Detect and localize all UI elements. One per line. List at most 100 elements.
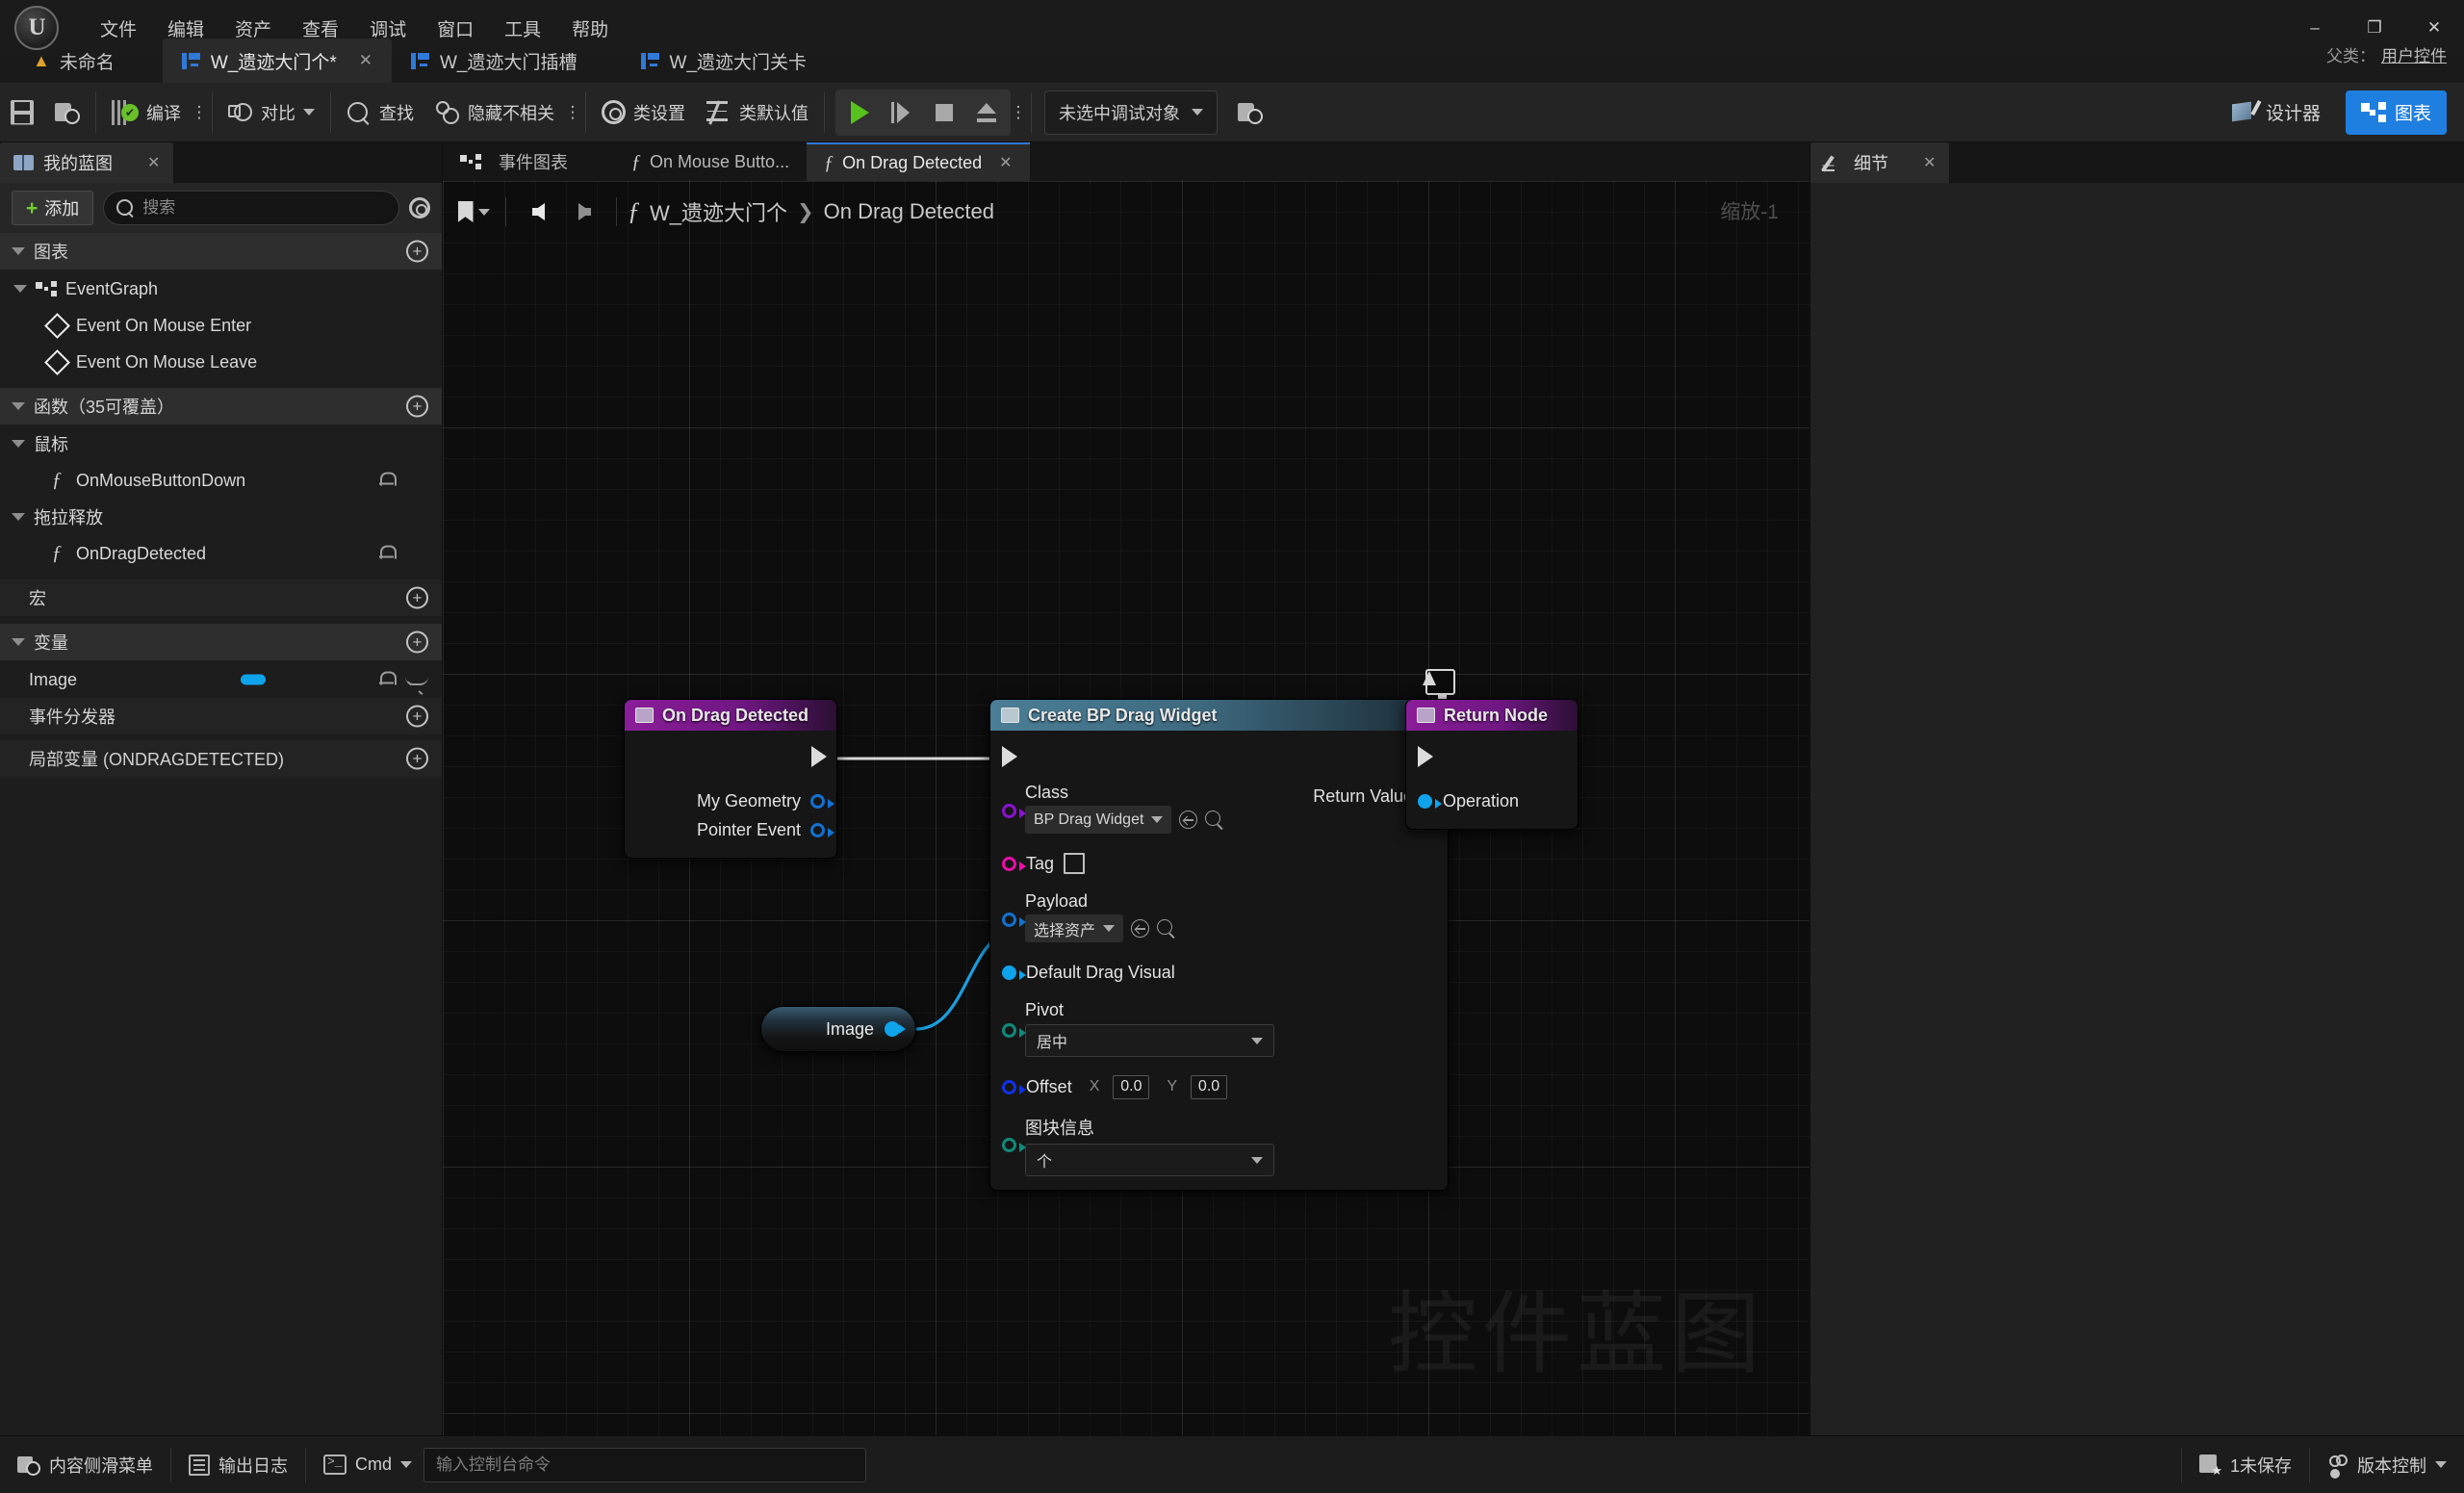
expand-arrow-icon[interactable]: [12, 638, 25, 646]
graph-tab-on-drag-detected[interactable]: ƒ On Drag Detected ✕: [807, 142, 1030, 181]
tree-item-eventgraph[interactable]: EventGraph: [0, 270, 442, 307]
node-return[interactable]: Return Node Operation: [1405, 699, 1578, 830]
close-icon[interactable]: ✕: [147, 153, 160, 172]
designer-mode-button[interactable]: 设计器: [2217, 90, 2336, 135]
tab-my-blueprint[interactable]: 我的蓝图 ✕: [0, 142, 174, 183]
tab-w-ruins-gate-item[interactable]: W_遗迹大门个* ✕: [162, 39, 392, 83]
unsaved-button[interactable]: 1未保存: [2182, 1436, 2309, 1493]
exec-in-pin-icon[interactable]: [1002, 746, 1017, 767]
compile-options-button[interactable]: ⋮: [192, 89, 208, 137]
search-icon[interactable]: [1157, 919, 1175, 938]
add-new-button[interactable]: + 添加: [12, 191, 94, 225]
node-header[interactable]: On Drag Detected: [625, 700, 836, 731]
default-drag-visual-pin-icon[interactable]: [1002, 965, 1026, 980]
tab-w-ruins-gate-slot[interactable]: W_遗迹大门插槽: [392, 39, 597, 83]
bell-icon[interactable]: [379, 545, 397, 562]
offset-x-input[interactable]: 0.0: [1113, 1074, 1150, 1099]
debug-monitor-icon[interactable]: [1423, 669, 1455, 700]
debug-object-select[interactable]: 未选中调试对象: [1044, 90, 1218, 135]
source-control-button[interactable]: 版本控制: [2310, 1436, 2464, 1493]
section-variables[interactable]: 变量 +: [0, 624, 442, 660]
add-dispatcher-button[interactable]: +: [406, 705, 428, 728]
section-event-dispatchers[interactable]: 事件分发器 +: [0, 698, 442, 734]
add-local-variable-button[interactable]: +: [406, 747, 428, 770]
object-pin-icon[interactable]: [810, 793, 834, 809]
save-button[interactable]: [0, 89, 44, 137]
content-drawer-button[interactable]: 内容侧滑菜单: [0, 1436, 170, 1493]
node-on-drag-detected[interactable]: On Drag Detected My Geometry Pointer Eve…: [624, 699, 837, 859]
section-graphs[interactable]: 图表 +: [0, 233, 442, 270]
class-settings-button[interactable]: 类设置: [591, 89, 696, 137]
console-command-input-wrap[interactable]: [424, 1447, 867, 1482]
browse-asset-button[interactable]: [44, 89, 90, 137]
section-functions[interactable]: 函数（35可覆盖） +: [0, 388, 442, 425]
eject-button[interactable]: [965, 90, 1008, 136]
class-defaults-button[interactable]: 类默认值: [696, 89, 819, 137]
expand-arrow-icon[interactable]: [12, 247, 25, 255]
gear-icon[interactable]: [409, 197, 430, 219]
diff-button[interactable]: 对比: [218, 89, 325, 137]
parent-class-link[interactable]: 用户控件: [2381, 42, 2447, 66]
add-macro-button[interactable]: +: [406, 586, 428, 609]
expand-arrow-icon[interactable]: [12, 513, 25, 521]
expand-arrow-icon[interactable]: [13, 285, 27, 293]
object-pin-icon[interactable]: [885, 1021, 906, 1037]
tab-close-icon[interactable]: ✕: [359, 51, 372, 70]
graph-tab-event-graph[interactable]: 事件图表: [443, 142, 585, 181]
pivot-pin-icon[interactable]: [1002, 1023, 1026, 1038]
add-function-button[interactable]: +: [406, 395, 428, 418]
close-icon[interactable]: ✕: [999, 153, 1012, 172]
graph-mode-button[interactable]: 图表: [2345, 90, 2447, 135]
class-select[interactable]: BP Drag Widget: [1025, 806, 1172, 834]
node-create-bp-drag-widget[interactable]: Create BP Drag Widget Class BP Drag Widg…: [989, 669, 1455, 1191]
group-drag-drop[interactable]: 拖拉释放: [0, 499, 442, 535]
stop-button[interactable]: [923, 90, 965, 136]
class-pin-icon[interactable]: [1002, 804, 1026, 818]
my-blueprint-search[interactable]: [103, 191, 399, 225]
compile-button[interactable]: 编译: [101, 89, 192, 137]
browse-back-icon[interactable]: [1179, 811, 1198, 829]
tree-item-onmousebuttondown[interactable]: ƒ OnMouseButtonDown: [0, 462, 442, 499]
pin-my-geometry[interactable]: My Geometry: [625, 786, 836, 815]
tile-info-pin-icon[interactable]: [1002, 1138, 1026, 1152]
step-button[interactable]: [881, 90, 923, 136]
node-get-image[interactable]: Image: [760, 1006, 916, 1052]
pin-pointer-event[interactable]: Pointer Event: [625, 815, 836, 844]
operation-pin-icon[interactable]: [1418, 793, 1442, 809]
node-header[interactable]: Return Node: [1406, 700, 1578, 731]
navigate-back-button[interactable]: [517, 191, 559, 233]
expand-arrow-icon[interactable]: [12, 440, 25, 448]
pivot-select[interactable]: 居中: [1025, 1024, 1274, 1057]
tag-pin-icon[interactable]: [1002, 856, 1026, 871]
add-variable-button[interactable]: +: [406, 631, 428, 654]
graph-canvas[interactable]: ƒ W_遗迹大门个 ❯ On Drag Detected 缩放-1 控件蓝图 O…: [443, 181, 1810, 1435]
offset-y-input[interactable]: 0.0: [1191, 1074, 1228, 1099]
tab-details[interactable]: 细节 ✕: [1810, 142, 1950, 183]
navigate-forward-button[interactable]: [563, 191, 605, 233]
add-graph-button[interactable]: +: [406, 240, 428, 263]
search-input[interactable]: [142, 198, 386, 218]
play-options-button[interactable]: ⋮: [1011, 89, 1027, 137]
tree-item-variable-image[interactable]: Image: [0, 661, 442, 698]
find-button[interactable]: 查找: [336, 89, 424, 137]
section-macros[interactable]: 宏 +: [0, 579, 442, 616]
browse-back-icon[interactable]: [1131, 919, 1150, 938]
bell-icon[interactable]: [379, 472, 397, 489]
section-local-variables[interactable]: 局部变量 (ONDRAGDETECTED) +: [0, 740, 442, 777]
debug-browse-button[interactable]: [1227, 89, 1273, 137]
node-header[interactable]: Create BP Drag Widget: [990, 700, 1448, 731]
cmd-mode-button[interactable]: Cmd: [306, 1436, 420, 1493]
object-pin-icon[interactable]: [810, 822, 834, 837]
group-mouse[interactable]: 鼠标: [0, 425, 442, 462]
eye-hidden-icon[interactable]: [405, 674, 428, 685]
payload-pin-icon[interactable]: [1002, 913, 1026, 927]
play-button[interactable]: [838, 90, 881, 136]
bell-icon[interactable]: [379, 671, 397, 688]
expand-arrow-icon[interactable]: [12, 402, 25, 410]
payload-select[interactable]: 选择资产: [1025, 914, 1124, 942]
close-icon[interactable]: ✕: [1923, 153, 1936, 172]
output-log-button[interactable]: 输出日志: [171, 1436, 305, 1493]
tab-w-ruins-gate-level[interactable]: W_遗迹大门关卡: [622, 39, 827, 83]
tree-item-event-on-mouse-leave[interactable]: Event On Mouse Leave: [0, 344, 442, 380]
search-icon[interactable]: [1205, 811, 1223, 829]
